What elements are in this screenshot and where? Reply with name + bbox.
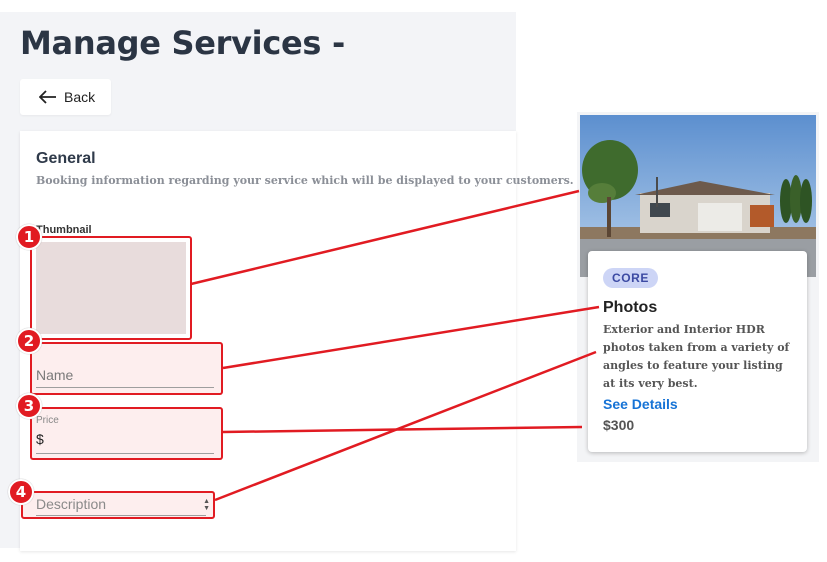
section-description: Booking information regarding your servi… [36, 174, 574, 187]
service-preview-card: CORE Photos Exterior and Interior HDR ph… [588, 251, 807, 452]
highlight-price [30, 407, 223, 460]
highlight-description [21, 491, 215, 519]
page-title: Manage Services - [20, 24, 345, 62]
service-price: $300 [603, 417, 635, 433]
annotation-marker-4: 4 [8, 479, 34, 505]
annotation-marker-1: 1 [16, 224, 42, 250]
general-card [20, 131, 516, 551]
service-description: Exterior and Interior HDR photos taken f… [603, 323, 790, 390]
back-button[interactable]: Back [20, 79, 111, 115]
arrow-left-icon [39, 90, 56, 104]
annotation-marker-3: 3 [16, 393, 42, 419]
thumbnail-label: Thumbnail [36, 224, 92, 236]
section-title: General [36, 150, 96, 167]
highlight-thumbnail [30, 236, 192, 340]
highlight-name [30, 342, 223, 395]
service-title: Photos [603, 299, 658, 316]
back-label: Back [64, 89, 96, 105]
category-badge: CORE [603, 268, 658, 288]
see-details-link[interactable]: See Details [603, 396, 678, 412]
annotation-marker-2: 2 [16, 328, 42, 354]
